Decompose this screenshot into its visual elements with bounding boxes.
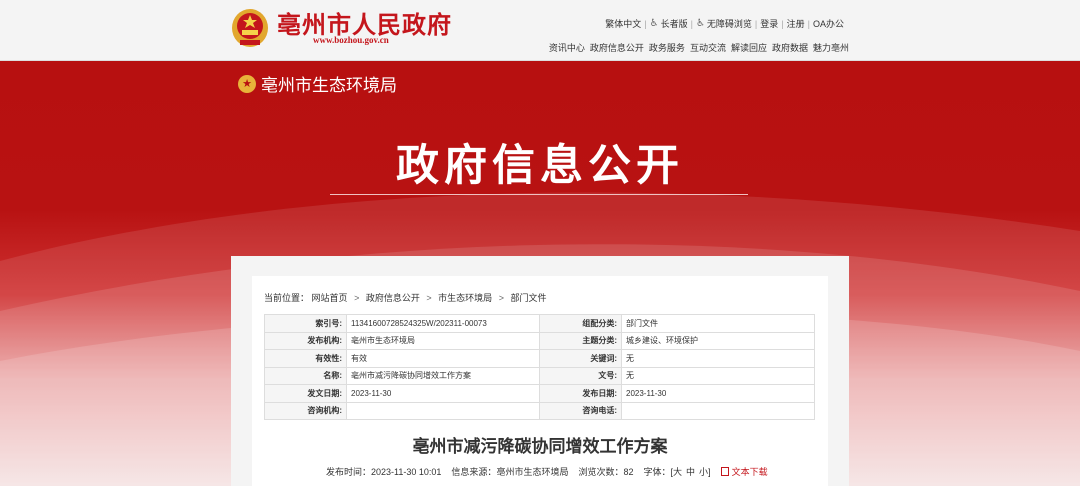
- breadcrumb-prefix: 当前位置：: [264, 293, 310, 303]
- nav-news-center[interactable]: 资讯中心: [549, 41, 585, 54]
- meta-label: 索引号:: [264, 314, 347, 333]
- breadcrumb-gov-info[interactable]: 政府信息公开: [366, 293, 420, 303]
- meta-label: 关键词:: [539, 349, 622, 368]
- font-size-label: 字体：: [643, 467, 671, 477]
- link-register[interactable]: 注册: [787, 17, 805, 30]
- meta-value: 2023-11-30: [346, 384, 540, 403]
- nav-charm-bozhou[interactable]: 魅力亳州: [813, 41, 849, 54]
- table-row: 名称: 亳州市减污降碳协同增效工作方案 文号: 无: [264, 366, 815, 385]
- meta-value: 有效: [346, 349, 540, 368]
- font-bracket-close: ]: [708, 466, 711, 477]
- publish-time-label: 发布时间：: [326, 467, 372, 477]
- source-value: 亳州市生态环境局: [496, 467, 569, 477]
- meta-label: 主题分类:: [539, 331, 622, 350]
- meta-value: 亳州市生态环境局: [346, 331, 540, 350]
- font-large-button[interactable]: 大: [673, 465, 682, 478]
- accessibility-icon: ♿: [695, 18, 705, 29]
- breadcrumb: 当前位置： 网站首页 > 政府信息公开 > 市生态环境局 > 部门文件: [264, 291, 546, 304]
- breadcrumb-eco-bureau[interactable]: 市生态环境局: [438, 293, 492, 303]
- nav-interaction[interactable]: 互动交流: [690, 41, 726, 54]
- link-login[interactable]: 登录: [760, 17, 778, 30]
- breadcrumb-separator: >: [426, 293, 432, 303]
- meta-value: 无: [621, 366, 815, 385]
- site-url: www.bozhou.gov.cn: [313, 35, 389, 45]
- table-row: 咨询机构: 咨询电话:: [264, 401, 815, 420]
- meta-label: 组配分类:: [539, 314, 622, 333]
- link-elder-version[interactable]: 长者版: [661, 17, 688, 30]
- views-label: 浏览次数：: [578, 467, 624, 477]
- meta-label: 咨询机构:: [264, 401, 347, 420]
- breadcrumb-separator: >: [354, 293, 360, 303]
- department-name[interactable]: 亳州市生态环境局: [261, 71, 397, 96]
- breadcrumb-separator: >: [498, 293, 504, 303]
- title-underline: [330, 194, 748, 195]
- nav-interpretation[interactable]: 解读回应: [731, 41, 767, 54]
- meta-value: [346, 401, 540, 420]
- table-row: 有效性: 有效 关键词: 无: [264, 349, 815, 368]
- link-accessible-browse[interactable]: 无障碍浏览: [707, 17, 752, 30]
- department-emblem-icon: ★: [238, 74, 256, 93]
- nav-gov-info-public[interactable]: 政府信息公开: [590, 41, 644, 54]
- meta-value: [621, 401, 815, 420]
- document-metadata-table: 索引号: 11341600728524325W/202311-00073 组配分…: [264, 314, 815, 420]
- department-heading: ★ 亳州市生态环境局: [238, 71, 397, 96]
- breadcrumb-home[interactable]: 网站首页: [312, 293, 348, 303]
- meta-label: 发布日期:: [539, 384, 622, 403]
- font-small-button[interactable]: 小: [699, 465, 708, 478]
- views-count: 82: [623, 466, 634, 477]
- meta-value: 城乡建设、环境保护: [621, 331, 815, 350]
- source-label: 信息来源：: [451, 467, 497, 477]
- meta-value: 2023-11-30: [621, 384, 815, 403]
- meta-value: 亳州市减污降碳协同增效工作方案: [346, 366, 540, 385]
- download-text-link[interactable]: 文本下载: [732, 465, 768, 478]
- utility-links: 繁体中文 | ♿ 长者版 | ♿ 无障碍浏览 | 登录 | 注册 | OA办公: [605, 17, 844, 30]
- meta-value: 部门文件: [621, 314, 815, 333]
- table-row: 索引号: 11341600728524325W/202311-00073 组配分…: [264, 314, 815, 333]
- breadcrumb-dept-docs[interactable]: 部门文件: [510, 293, 546, 303]
- national-emblem-icon: [232, 9, 268, 47]
- table-row: 发布机构: 亳州市生态环境局 主题分类: 城乡建设、环境保护: [264, 331, 815, 350]
- page-title: 政府信息公开: [396, 142, 684, 190]
- meta-value: 无: [621, 349, 815, 368]
- table-row: 发文日期: 2023-11-30 发布日期: 2023-11-30: [264, 384, 815, 403]
- document-download-icon: [720, 467, 729, 476]
- meta-label: 文号:: [539, 366, 622, 385]
- nav-gov-data[interactable]: 政府数据: [772, 41, 808, 54]
- meta-label: 有效性:: [264, 349, 347, 368]
- document-title: 亳州市减污降碳协同增效工作方案: [412, 437, 668, 456]
- top-header: 亳州市人民政府 www.bozhou.gov.cn 繁体中文 | ♿ 长者版 |…: [0, 0, 1080, 61]
- divider: |: [807, 18, 810, 29]
- divider: |: [644, 18, 647, 29]
- font-medium-button[interactable]: 中: [686, 465, 695, 478]
- meta-label: 发布机构:: [264, 331, 347, 350]
- meta-label: 名称:: [264, 366, 347, 385]
- divider: |: [754, 18, 758, 29]
- link-oa-office[interactable]: OA办公: [813, 17, 844, 30]
- divider: |: [690, 18, 693, 29]
- publish-time: 2023-11-30 10:01: [371, 466, 442, 477]
- meta-value: 11341600728524325W/202311-00073: [346, 314, 540, 333]
- link-traditional-chinese[interactable]: 繁体中文: [605, 17, 641, 30]
- main-nav: 资讯中心 政府信息公开 政务服务 互动交流 解读回应 政府数据 魅力亳州: [544, 41, 849, 54]
- divider: |: [781, 18, 784, 29]
- document-info-bar: 发布时间： 2023-11-30 10:01 信息来源： 亳州市生态环境局 浏览…: [326, 465, 768, 478]
- meta-label: 发文日期:: [264, 384, 347, 403]
- nav-gov-services[interactable]: 政务服务: [649, 41, 685, 54]
- elder-icon: ♿: [649, 18, 659, 29]
- meta-label: 咨询电话:: [539, 401, 622, 420]
